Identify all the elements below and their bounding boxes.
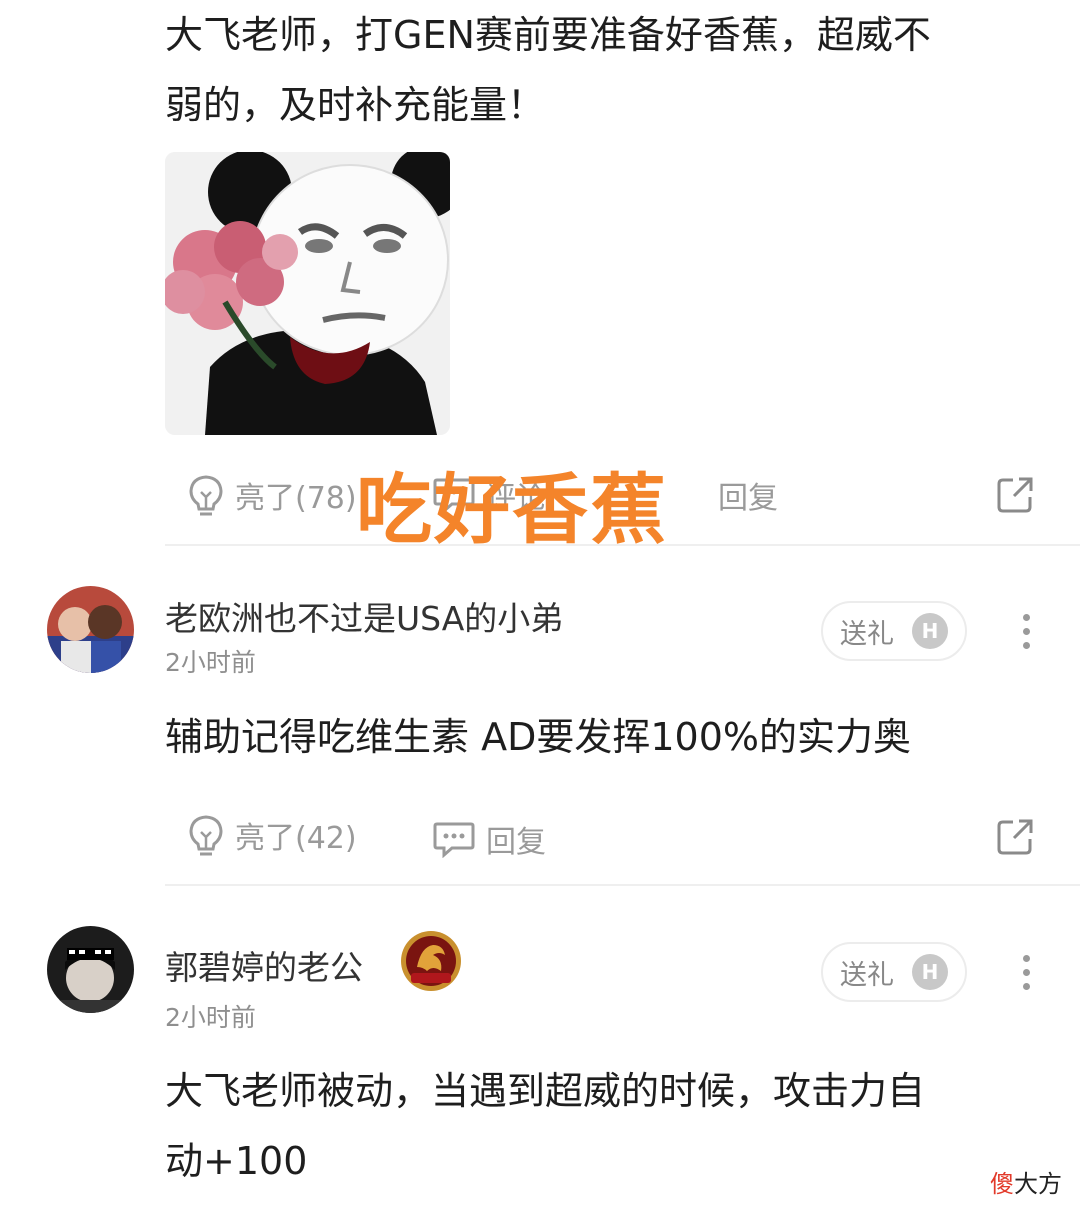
- comment-text-line1: 大飞老师被动，当遇到超威的时候，攻击力自: [165, 1069, 926, 1113]
- watermark: 傻大方: [990, 1164, 1062, 1199]
- comment-share-button[interactable]: [995, 817, 1035, 861]
- comment-reply-label: 回复: [486, 825, 546, 860]
- gift-button[interactable]: 送礼 H: [821, 942, 967, 1002]
- post-reply-label: 回复: [718, 481, 778, 516]
- h-coin-icon: H: [912, 613, 948, 649]
- divider: [165, 544, 1080, 546]
- lightbulb-icon: [189, 815, 223, 856]
- more-dots-icon: [1022, 955, 1030, 962]
- avatar[interactable]: [47, 926, 134, 1013]
- comment-text: 辅助记得吃维生素 AD要发挥100%的实力奥: [165, 715, 911, 759]
- gift-label: 送礼: [840, 959, 894, 991]
- comment-like-button[interactable]: 亮了(42): [187, 813, 357, 857]
- avatar-photo-icon: [47, 926, 134, 1013]
- comment-username[interactable]: 老欧洲也不过是USA的小弟: [165, 592, 563, 640]
- meme-image[interactable]: [165, 152, 450, 435]
- comment-username[interactable]: 郭碧婷的老公: [165, 941, 363, 989]
- comment-text-line2: 动+100: [165, 1139, 308, 1183]
- comment-like-count: 亮了(42): [235, 821, 357, 856]
- avatar[interactable]: [47, 586, 134, 673]
- more-options-button[interactable]: [1021, 955, 1031, 990]
- gift-label: 送礼: [840, 618, 894, 650]
- overlay-caption: 吃好香蕉: [356, 465, 668, 554]
- lightbulb-icon: [189, 475, 223, 516]
- divider: [165, 884, 1080, 886]
- comment-reply-button[interactable]: 回复: [432, 817, 546, 861]
- more-dots-icon: [1022, 614, 1030, 621]
- post-like-count: 亮了(78): [235, 481, 357, 516]
- more-options-button[interactable]: [1021, 614, 1031, 649]
- share-icon: [997, 477, 1033, 513]
- comment-time: 2小时前: [165, 648, 256, 677]
- post-share-button[interactable]: [995, 475, 1035, 519]
- gift-button[interactable]: 送礼 H: [821, 601, 967, 661]
- post-text-line2: 弱的，及时补充能量！: [165, 83, 546, 127]
- share-icon: [997, 819, 1033, 855]
- panda-meme-icon: [165, 152, 450, 435]
- post-reply-button[interactable]: 回复: [718, 473, 778, 517]
- h-coin-icon: H: [912, 954, 948, 990]
- post-like-button[interactable]: 亮了(78): [187, 473, 357, 517]
- comment-icon: [433, 822, 475, 858]
- avatar-photo-icon: [47, 586, 134, 673]
- level-medal-icon: [399, 929, 463, 993]
- watermark-rest: 大方: [1014, 1170, 1062, 1198]
- post-text-line1: 大飞老师，打GEN赛前要准备好香蕉，超威不: [165, 13, 931, 57]
- comment-time: 2小时前: [165, 1003, 256, 1032]
- watermark-first-char: 傻: [990, 1170, 1014, 1198]
